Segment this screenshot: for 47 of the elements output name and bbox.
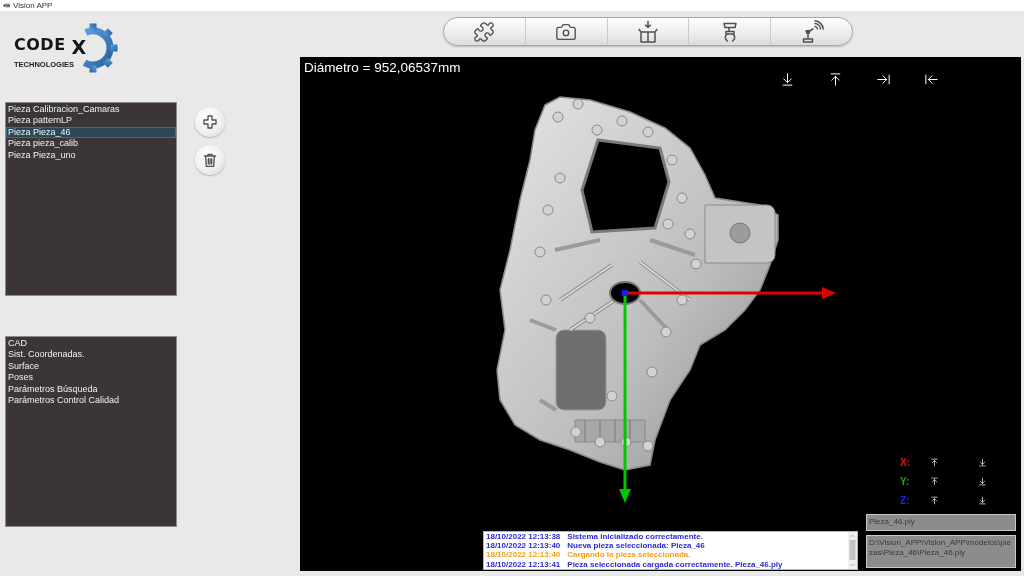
sections-list-item[interactable]: Parámetros Búsqueda [6, 383, 176, 395]
log-message: Sistema inicializado correctamente. [567, 532, 703, 542]
delete-button[interactable] [195, 145, 225, 175]
plus-icon [202, 114, 218, 130]
file-name-field[interactable]: Pieza_46.ply [866, 514, 1016, 531]
scrollbar[interactable] [848, 532, 857, 569]
log-message: Cargando la pieza seleccionada. [567, 550, 691, 560]
log-time: 18/10/2022 12:13:40 [486, 541, 561, 551]
parts-list-item[interactable]: Pieza pieza_calib [6, 138, 176, 150]
log-message: Pieza seleccionada cargada correctamente. Pieza_46.ply [567, 559, 783, 569]
arrow-up-to-line-icon[interactable] [930, 477, 939, 486]
logo-wordmark: CODE [14, 37, 66, 53]
log-time: 18/10/2022 12:13:40 [486, 550, 561, 560]
arrow-up-to-line-icon[interactable] [930, 458, 939, 467]
sections-list-item[interactable]: Surface [6, 360, 176, 373]
window-title: Vision APP [13, 0, 53, 11]
file-path-field[interactable]: D:\Vision_APP\Vision_APP\modelos\piezas\Pieza_46\Pieza_46.ply [866, 535, 1016, 568]
arrow-down-to-line-icon[interactable] [978, 458, 987, 467]
sections-list-item[interactable]: CAD [6, 338, 176, 350]
arrow-down-to-line-icon[interactable] [780, 72, 795, 87]
z-axis-marker-icon [622, 290, 628, 296]
arrow-left-to-line-icon[interactable] [924, 72, 939, 87]
log-time: 18/10/2022 12:13:38 [486, 532, 561, 542]
sections-list-item[interactable]: Poses [6, 372, 176, 384]
sections-list-item[interactable]: Parámetros Control Calidad [6, 394, 176, 407]
arrow-up-to-line-icon[interactable] [930, 496, 939, 505]
axis-label: X: [900, 457, 911, 468]
arrow-down-to-line-icon[interactable] [978, 477, 987, 486]
parts-list-item[interactable]: Pieza patternLP [6, 115, 176, 127]
axis-label: Y: [900, 476, 911, 487]
sections-list-item[interactable]: Sist. Coordenadas. [6, 349, 176, 361]
puzzle-icon [473, 20, 496, 43]
parts-list-item[interactable]: Pieza Calibracion_Camaras [6, 104, 176, 116]
axis-label: Z: [900, 495, 911, 506]
parts-list-item[interactable]: Pieza Pieza_uno [6, 149, 176, 161]
log-time: 18/10/2022 12:13:41 [486, 559, 561, 569]
add-button[interactable] [195, 107, 225, 137]
box-arrow-icon [636, 19, 660, 44]
logo-mark: X [71, 38, 87, 57]
arrow-down-to-line-icon[interactable] [978, 496, 987, 505]
arrow-up-to-line-icon[interactable] [828, 72, 843, 87]
arrow-right-to-line-icon[interactable] [876, 72, 891, 87]
diameter-readout: Diámetro = 952,06537mm [304, 60, 461, 76]
parts-list-item[interactable]: Pieza Pieza_46 [6, 126, 176, 139]
log-message: Nueva pieza seleccionada: Pieza_46 [567, 541, 705, 551]
trash-icon [202, 152, 218, 168]
app-icon [3, 3, 10, 8]
